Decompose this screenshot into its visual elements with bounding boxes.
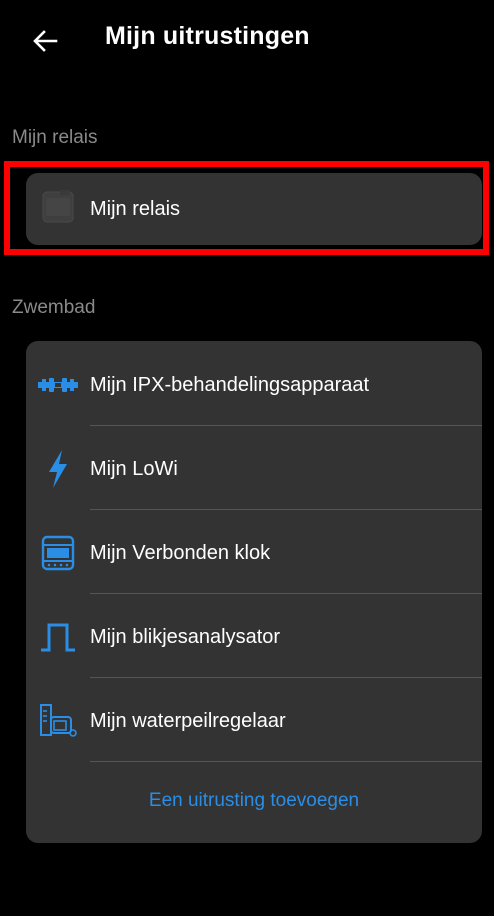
divider [90,509,482,510]
list-item-label: Mijn blikjesanalysator [90,626,281,648]
list-item-ipx[interactable]: Mijn IPX-behandelingsapparaat [26,343,482,427]
connected-clock-icon [38,535,78,571]
divider [90,761,482,762]
add-equipment-button[interactable]: Een uitrusting toevoegen [26,771,482,831]
divider [90,593,482,594]
list-item-label: Mijn waterpeilregelaar [90,710,286,732]
relay-device-icon [38,189,78,225]
list-item-lowi[interactable]: Mijn LoWi [26,427,482,511]
relay-card: Mijn relais [26,173,482,245]
list-item-clock[interactable]: Mijn Verbonden klok [26,511,482,595]
divider [90,677,482,678]
back-arrow-icon [33,30,58,52]
lightning-icon [38,450,78,488]
pool-card: Mijn IPX-behandelingsapparaat Mijn LoWi [26,341,482,843]
list-item-label: Mijn IPX-behandelingsapparaat [90,374,370,396]
list-item-analyzer[interactable]: Mijn blikjesanalysator [26,595,482,679]
water-level-icon [38,703,78,739]
list-item-label: Mijn relais [90,198,181,220]
screen: Mijn uitrustingen Mijn relais Mijn relai… [0,0,494,916]
ipx-device-icon [38,367,78,403]
section-label-pool: Zwembad [12,297,96,318]
divider [90,425,482,426]
section-label-relay: Mijn relais [12,127,98,148]
list-item-label: Mijn Verbonden klok [90,542,271,564]
list-item-water-level[interactable]: Mijn waterpeilregelaar [26,679,482,763]
list-item-my-relay[interactable]: Mijn relais [26,167,482,251]
page-title: Mijn uitrustingen [105,22,310,50]
list-item-label: Mijn LoWi [90,458,178,480]
pulse-wave-icon [38,619,78,655]
app-header: Mijn uitrustingen [0,0,494,80]
back-button[interactable] [28,24,62,58]
